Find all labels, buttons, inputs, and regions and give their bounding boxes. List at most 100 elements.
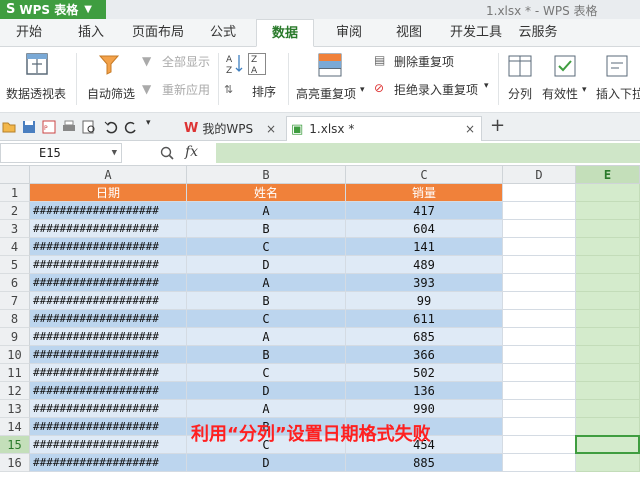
table-cell-sales[interactable]: 99 [346, 292, 503, 310]
row-header[interactable]: 3 [0, 220, 30, 238]
table-cell[interactable] [503, 184, 576, 202]
table-cell[interactable] [576, 400, 640, 418]
tab-my-wps[interactable]: W 我的WPS × [162, 116, 282, 141]
table-cell-date[interactable]: ################### [30, 328, 187, 346]
column-header-a[interactable]: A [30, 166, 187, 184]
tab-cloud[interactable]: 云服务 [510, 19, 566, 47]
name-box[interactable]: E15 ▼ [0, 143, 122, 163]
pivot-table-button[interactable]: 数据透视表 [2, 49, 72, 109]
table-cell[interactable] [576, 328, 640, 346]
table-cell-date[interactable]: ################### [30, 364, 187, 382]
table-cell-date[interactable]: ################### [30, 292, 187, 310]
table-cell-name[interactable]: B [187, 346, 346, 364]
table-cell-sales[interactable]: 611 [346, 310, 503, 328]
table-cell[interactable] [503, 418, 576, 436]
insert-dropdown-button[interactable]: 插入下拉 [594, 49, 640, 109]
delete-duplicates-button[interactable]: ▤ 删除重复项 [374, 53, 484, 71]
table-cell[interactable] [503, 328, 576, 346]
app-menu-button[interactable]: S WPS 表格 ▼ [0, 0, 106, 19]
column-header-e[interactable]: E [576, 166, 640, 184]
row-header[interactable]: 11 [0, 364, 30, 382]
table-cell-sales[interactable]: 885 [346, 454, 503, 472]
sort-button[interactable]: ⇅ 排序 [222, 77, 282, 101]
table-cell-date[interactable]: ################### [30, 256, 187, 274]
table-cell[interactable] [576, 274, 640, 292]
table-cell-sales[interactable]: 990 [346, 400, 503, 418]
table-cell-sales[interactable]: 685 [346, 328, 503, 346]
table-cell-name[interactable]: D [187, 256, 346, 274]
row-header[interactable]: 15 [0, 436, 30, 454]
formula-input[interactable] [216, 143, 640, 163]
table-cell-name[interactable]: D [187, 382, 346, 400]
save-icon[interactable] [22, 120, 36, 134]
sort-descending-button[interactable]: Z A [248, 53, 268, 75]
reapply-button[interactable]: ▼ 重新应用 [142, 81, 214, 99]
table-cell[interactable] [503, 292, 576, 310]
table-cell[interactable] [503, 382, 576, 400]
tab-insert[interactable]: 插入 [68, 19, 114, 47]
table-cell-date[interactable]: ################### [30, 238, 187, 256]
row-header[interactable]: 14 [0, 418, 30, 436]
row-header[interactable]: 5 [0, 256, 30, 274]
table-cell-name[interactable]: A [187, 202, 346, 220]
table-cell-date[interactable]: ################### [30, 418, 187, 436]
table-cell-date[interactable]: ################### [30, 400, 187, 418]
zoom-search-icon[interactable] [160, 146, 174, 160]
table-cell[interactable] [576, 418, 640, 436]
table-cell-name[interactable]: A [187, 274, 346, 292]
table-cell-date[interactable]: ################### [30, 274, 187, 292]
autofilter-button[interactable]: 自动筛选 [84, 49, 138, 109]
table-cell[interactable] [503, 364, 576, 382]
table-cell[interactable] [503, 310, 576, 328]
row-header[interactable]: 2 [0, 202, 30, 220]
table-cell[interactable] [503, 220, 576, 238]
row-header[interactable]: 16 [0, 454, 30, 472]
validity-button[interactable]: 有效性 ▾ [540, 49, 592, 109]
table-cell-date[interactable]: ################### [30, 202, 187, 220]
column-header-d[interactable]: D [503, 166, 576, 184]
reject-duplicates-button[interactable]: ⊘ 拒绝录入重复项 ▾ [374, 81, 492, 99]
chevron-down-icon[interactable]: ▾ [146, 118, 160, 132]
table-cell-name[interactable]: B [187, 220, 346, 238]
sort-ascending-button[interactable]: A Z [224, 53, 244, 75]
table-cell[interactable] [576, 310, 640, 328]
table-cell-sales[interactable]: 604 [346, 220, 503, 238]
fx-icon[interactable]: fx [185, 144, 198, 160]
table-cell-sales[interactable]: 489 [346, 256, 503, 274]
table-cell-sales[interactable]: 141 [346, 238, 503, 256]
row-header[interactable]: 10 [0, 346, 30, 364]
tab-data[interactable]: 数据 [256, 19, 314, 47]
highlight-duplicates-button[interactable]: 高亮重复项 ▾ [294, 49, 370, 109]
table-cell[interactable] [503, 274, 576, 292]
table-cell[interactable] [576, 292, 640, 310]
close-icon[interactable]: × [266, 122, 276, 136]
table-cell[interactable] [503, 238, 576, 256]
column-header-b[interactable]: B [187, 166, 346, 184]
table-cell[interactable] [576, 184, 640, 202]
table-cell[interactable] [576, 220, 640, 238]
close-icon[interactable]: × [465, 122, 475, 136]
row-header[interactable]: 8 [0, 310, 30, 328]
table-cell[interactable] [503, 400, 576, 418]
table-cell[interactable] [503, 346, 576, 364]
table-cell[interactable] [576, 202, 640, 220]
table-cell-name[interactable]: C [187, 364, 346, 382]
table-cell[interactable] [503, 256, 576, 274]
table-cell[interactable] [503, 202, 576, 220]
table-cell-date[interactable]: ################### [30, 382, 187, 400]
table-cell[interactable] [576, 238, 640, 256]
print-icon[interactable] [62, 120, 76, 134]
header-cell[interactable]: 日期 [30, 184, 187, 202]
table-cell-name[interactable]: B [187, 292, 346, 310]
tab-developer[interactable]: 开发工具 [446, 19, 506, 47]
select-all-corner[interactable] [0, 166, 30, 184]
new-tab-button[interactable]: + [490, 115, 505, 136]
row-header[interactable]: 7 [0, 292, 30, 310]
table-cell-date[interactable]: ################### [30, 346, 187, 364]
row-header[interactable]: 12 [0, 382, 30, 400]
header-cell[interactable]: 销量 [346, 184, 503, 202]
row-header[interactable]: 4 [0, 238, 30, 256]
redo-icon[interactable] [124, 120, 138, 134]
table-cell[interactable] [576, 364, 640, 382]
table-cell[interactable] [576, 382, 640, 400]
